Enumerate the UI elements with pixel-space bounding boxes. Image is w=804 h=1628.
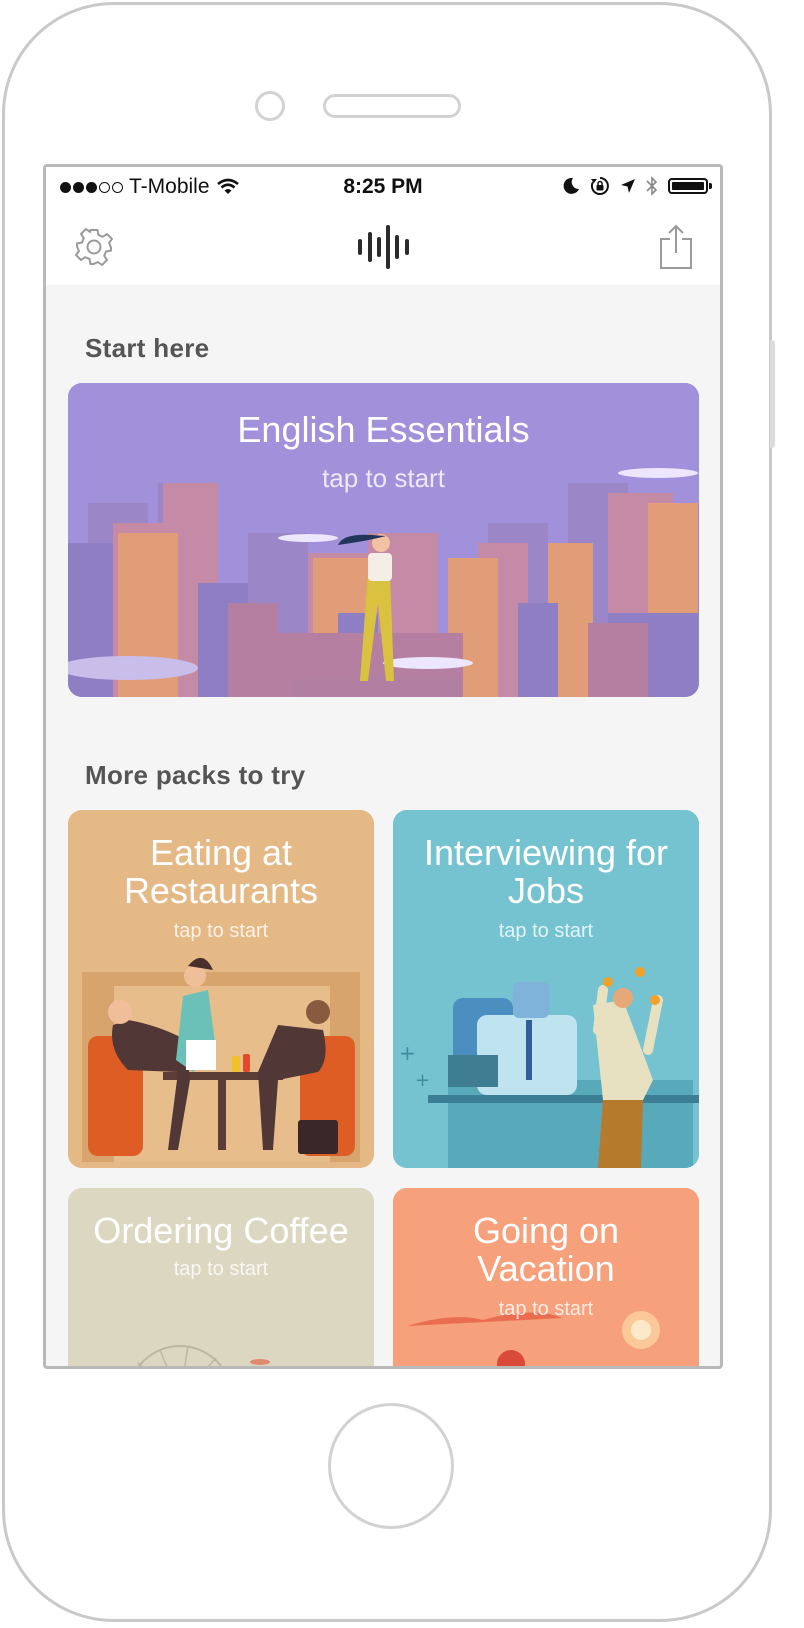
- nav-bar: [46, 209, 720, 285]
- home-button[interactable]: [328, 1403, 454, 1529]
- pack-subtitle: tap to start: [173, 920, 269, 942]
- pack-card-english-essentials[interactable]: English Essentials tap to start: [68, 383, 699, 697]
- earpiece-speaker: [323, 94, 461, 118]
- pack-title: Ordering Coffee: [93, 1210, 349, 1251]
- location-arrow-icon: [621, 179, 635, 193]
- pack-subtitle: tap to start: [498, 1298, 594, 1320]
- section-title-more-packs: More packs to try: [85, 760, 306, 790]
- battery-icon: [668, 178, 712, 194]
- app-screen: T-Mobile 8:25 PM Start here English Esse…: [43, 164, 723, 1369]
- rotation-lock-icon: [590, 177, 609, 195]
- pack-card-interviewing-for-jobs[interactable]: + + Interviewing for Jobs tap to start: [393, 810, 699, 1168]
- pack-card-ordering-coffee[interactable]: Ordering Coffee tap to start: [68, 1188, 374, 1366]
- pack-subtitle: tap to start: [498, 920, 594, 942]
- pack-card-eating-at-restaurants[interactable]: Eating at Restaurants tap to start: [68, 810, 374, 1168]
- status-bar: T-Mobile 8:25 PM: [46, 167, 720, 209]
- do-not-disturb-moon-icon: [563, 177, 579, 194]
- svg-text:+: +: [399, 1041, 416, 1065]
- pack-subtitle: tap to start: [173, 1258, 269, 1280]
- bluetooth-icon: [646, 176, 658, 196]
- pack-title: Eating at Restaurants: [123, 832, 319, 911]
- settings-gear-icon[interactable]: [72, 225, 116, 269]
- pack-title: English Essentials: [237, 409, 530, 450]
- side-button: [770, 340, 775, 448]
- front-camera: [255, 91, 285, 121]
- svg-text:+: +: [415, 1070, 430, 1091]
- share-icon[interactable]: [654, 221, 698, 273]
- pack-title: Going on Vacation: [472, 1210, 620, 1289]
- pack-subtitle: tap to start: [322, 463, 445, 493]
- pack-card-going-on-vacation[interactable]: Going on Vacation tap to start: [393, 1188, 699, 1366]
- pack-title: Interviewing for Jobs: [423, 832, 669, 911]
- soundwave-logo-icon: [354, 223, 414, 271]
- section-title-start-here: Start here: [85, 333, 210, 363]
